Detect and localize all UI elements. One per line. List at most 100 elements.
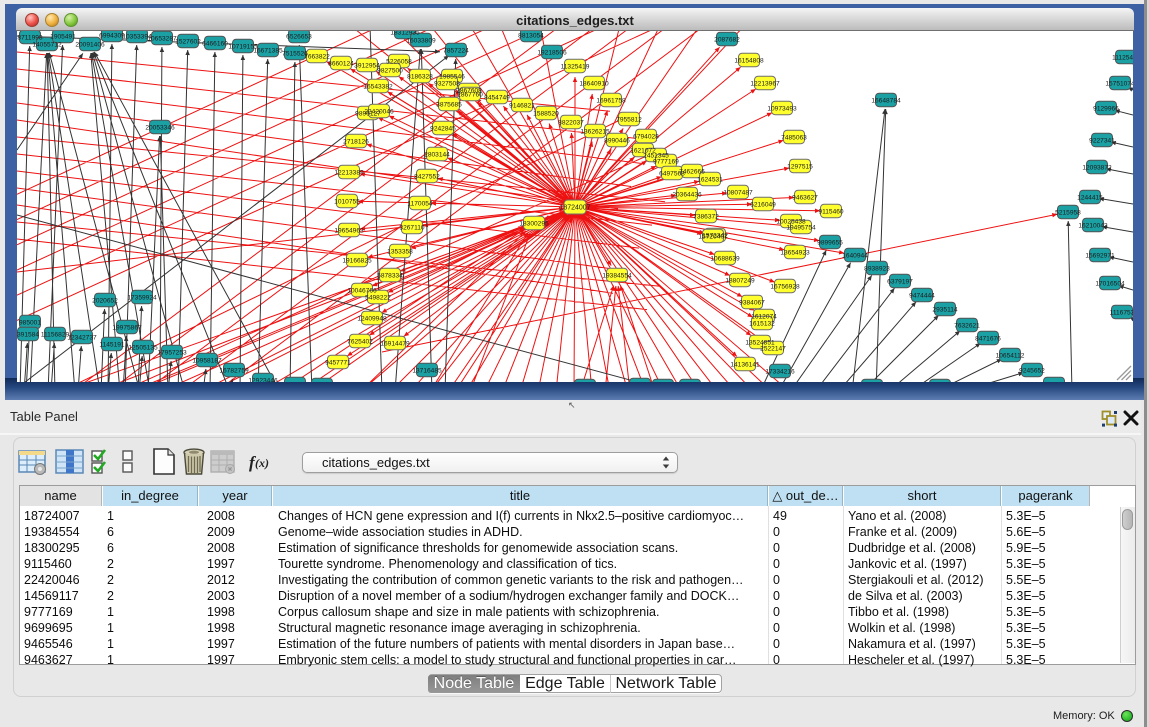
svg-text:22420046: 22420046 — [364, 108, 394, 115]
svg-text:1985546: 1985546 — [439, 73, 465, 80]
svg-text:8186328: 8186328 — [407, 73, 433, 80]
svg-text:8660124: 8660124 — [328, 60, 354, 67]
svg-text:9827500: 9827500 — [377, 67, 403, 74]
svg-text:15720407: 15720407 — [698, 233, 728, 240]
svg-text:10688639: 10688639 — [710, 255, 740, 262]
svg-text:10654112: 10654112 — [996, 352, 1025, 359]
svg-text:1640944: 1640944 — [842, 252, 868, 259]
svg-text:1588520: 1588520 — [533, 110, 559, 117]
svg-text:9777169: 9777169 — [653, 158, 679, 165]
svg-text:1353358: 1353358 — [387, 248, 413, 255]
svg-text:7955812: 7955812 — [616, 116, 642, 123]
svg-text:17334216: 17334216 — [765, 368, 795, 375]
svg-text:19166825: 19166825 — [342, 257, 372, 264]
svg-text:8427552: 8427552 — [414, 173, 440, 180]
svg-text:19654963: 19654963 — [334, 227, 364, 234]
svg-text:16914479: 16914479 — [380, 340, 410, 347]
svg-text:10958187: 10958187 — [192, 357, 222, 364]
svg-text:12923446: 12923446 — [248, 377, 278, 382]
svg-text:9899655: 9899655 — [817, 239, 843, 246]
svg-text:1170054: 1170054 — [407, 200, 433, 207]
svg-text:7625402: 7625402 — [347, 338, 373, 345]
svg-text:8471676: 8471676 — [975, 335, 1001, 342]
svg-text:18300295: 18300295 — [519, 220, 549, 227]
svg-text:8454749: 8454749 — [484, 94, 510, 101]
svg-text:16543382: 16543382 — [363, 83, 393, 90]
svg-text:7857224: 7857224 — [443, 47, 469, 54]
svg-text:17016504: 17016504 — [1095, 280, 1125, 287]
svg-text:1116753: 1116753 — [1110, 309, 1133, 316]
svg-text:19218506: 19218506 — [537, 49, 567, 56]
svg-text:18312935: 18312935 — [390, 31, 420, 36]
svg-text:2803144: 2803144 — [424, 151, 450, 158]
svg-text:16648784: 16648784 — [871, 97, 901, 104]
svg-text:20091406: 20091406 — [75, 41, 105, 48]
svg-text:11156829: 11156829 — [41, 331, 70, 338]
svg-text:9463627: 9463627 — [792, 194, 818, 201]
svg-text:9227341: 9227341 — [1089, 137, 1115, 144]
svg-text:19495754: 19495754 — [786, 224, 816, 231]
svg-text:5226058: 5226058 — [386, 58, 412, 65]
svg-text:18807249: 18807249 — [725, 277, 755, 284]
svg-text:14136141: 14136141 — [730, 361, 760, 368]
svg-text:7462666: 7462666 — [679, 168, 705, 175]
svg-text:16782759: 16782759 — [219, 367, 249, 374]
svg-text:9327508: 9327508 — [434, 80, 460, 87]
svg-text:9474444: 9474444 — [909, 292, 935, 299]
svg-text:15692971: 15692971 — [1085, 252, 1115, 259]
svg-text:11325419: 11325419 — [561, 63, 590, 70]
svg-text:6794028: 6794028 — [633, 133, 659, 140]
svg-text:2087682: 2087682 — [714, 36, 740, 43]
svg-text:1615132: 1615132 — [749, 320, 775, 327]
svg-text:15751074: 15751074 — [1105, 80, 1133, 87]
svg-text:1145191: 1145191 — [99, 341, 125, 348]
svg-text:1010755: 1010755 — [334, 198, 360, 205]
svg-text:9146821: 9146821 — [509, 102, 535, 109]
svg-text:5215958: 5215958 — [1055, 209, 1081, 216]
svg-text:7632621: 7632621 — [954, 322, 980, 329]
svg-text:12342737: 12342737 — [67, 334, 97, 341]
svg-text:9242845: 9242845 — [430, 125, 456, 132]
svg-text:19975867: 19975867 — [112, 324, 142, 331]
svg-text:16671385: 16671385 — [253, 47, 283, 54]
svg-text:3875685: 3875685 — [436, 101, 462, 108]
svg-text:391584: 391584 — [17, 331, 39, 338]
svg-text:10653287: 10653287 — [147, 35, 177, 42]
svg-text:1612074: 1612074 — [751, 313, 777, 320]
svg-text:(x): (x) — [255, 456, 269, 470]
svg-text:16756928: 16756928 — [770, 283, 800, 290]
svg-text:3267110: 3267110 — [399, 224, 425, 231]
svg-text:16033809: 16033809 — [406, 37, 436, 44]
svg-text:8712015: 8712015 — [282, 381, 308, 382]
svg-text:2020652: 2020652 — [92, 297, 118, 304]
svg-text:985001: 985001 — [19, 319, 41, 326]
svg-text:9245652: 9245652 — [1019, 367, 1045, 374]
svg-text:20364436: 20364436 — [672, 191, 702, 198]
svg-text:11125411: 11125411 — [1112, 54, 1133, 61]
svg-text:18724007: 18724007 — [559, 205, 590, 212]
svg-text:1297515: 1297515 — [787, 163, 813, 170]
svg-text:6466160: 6466160 — [202, 40, 228, 47]
svg-text:7663822: 7663822 — [304, 53, 330, 60]
svg-text:1244415: 1244415 — [1077, 194, 1103, 201]
svg-text:8938923: 8938923 — [864, 265, 890, 272]
svg-text:6216049: 6216049 — [750, 201, 776, 208]
svg-text:9245612: 9245612 — [1041, 381, 1067, 382]
svg-text:10046766: 10046766 — [347, 287, 377, 294]
svg-text:10807487: 10807487 — [723, 189, 753, 196]
svg-text:12505135: 12505135 — [128, 344, 158, 351]
svg-text:18640910: 18640910 — [579, 80, 609, 87]
svg-text:12093872: 12093872 — [1082, 164, 1112, 171]
svg-text:9115460: 9115460 — [818, 208, 844, 215]
svg-text:13716485: 13716485 — [412, 367, 442, 374]
svg-text:2867760: 2867760 — [457, 91, 483, 98]
svg-text:6994309: 6994309 — [99, 32, 125, 39]
svg-text:9384067: 9384067 — [739, 299, 765, 306]
svg-text:14055712: 14055712 — [32, 41, 62, 48]
svg-text:8711998: 8711998 — [17, 34, 43, 41]
svg-text:9457771: 9457771 — [325, 359, 351, 366]
svg-text:10973493: 10973493 — [767, 105, 797, 112]
svg-text:7386372: 7386372 — [693, 213, 719, 220]
svg-text:17957253: 17957253 — [157, 349, 187, 356]
svg-text:16210043: 16210043 — [1078, 222, 1108, 229]
